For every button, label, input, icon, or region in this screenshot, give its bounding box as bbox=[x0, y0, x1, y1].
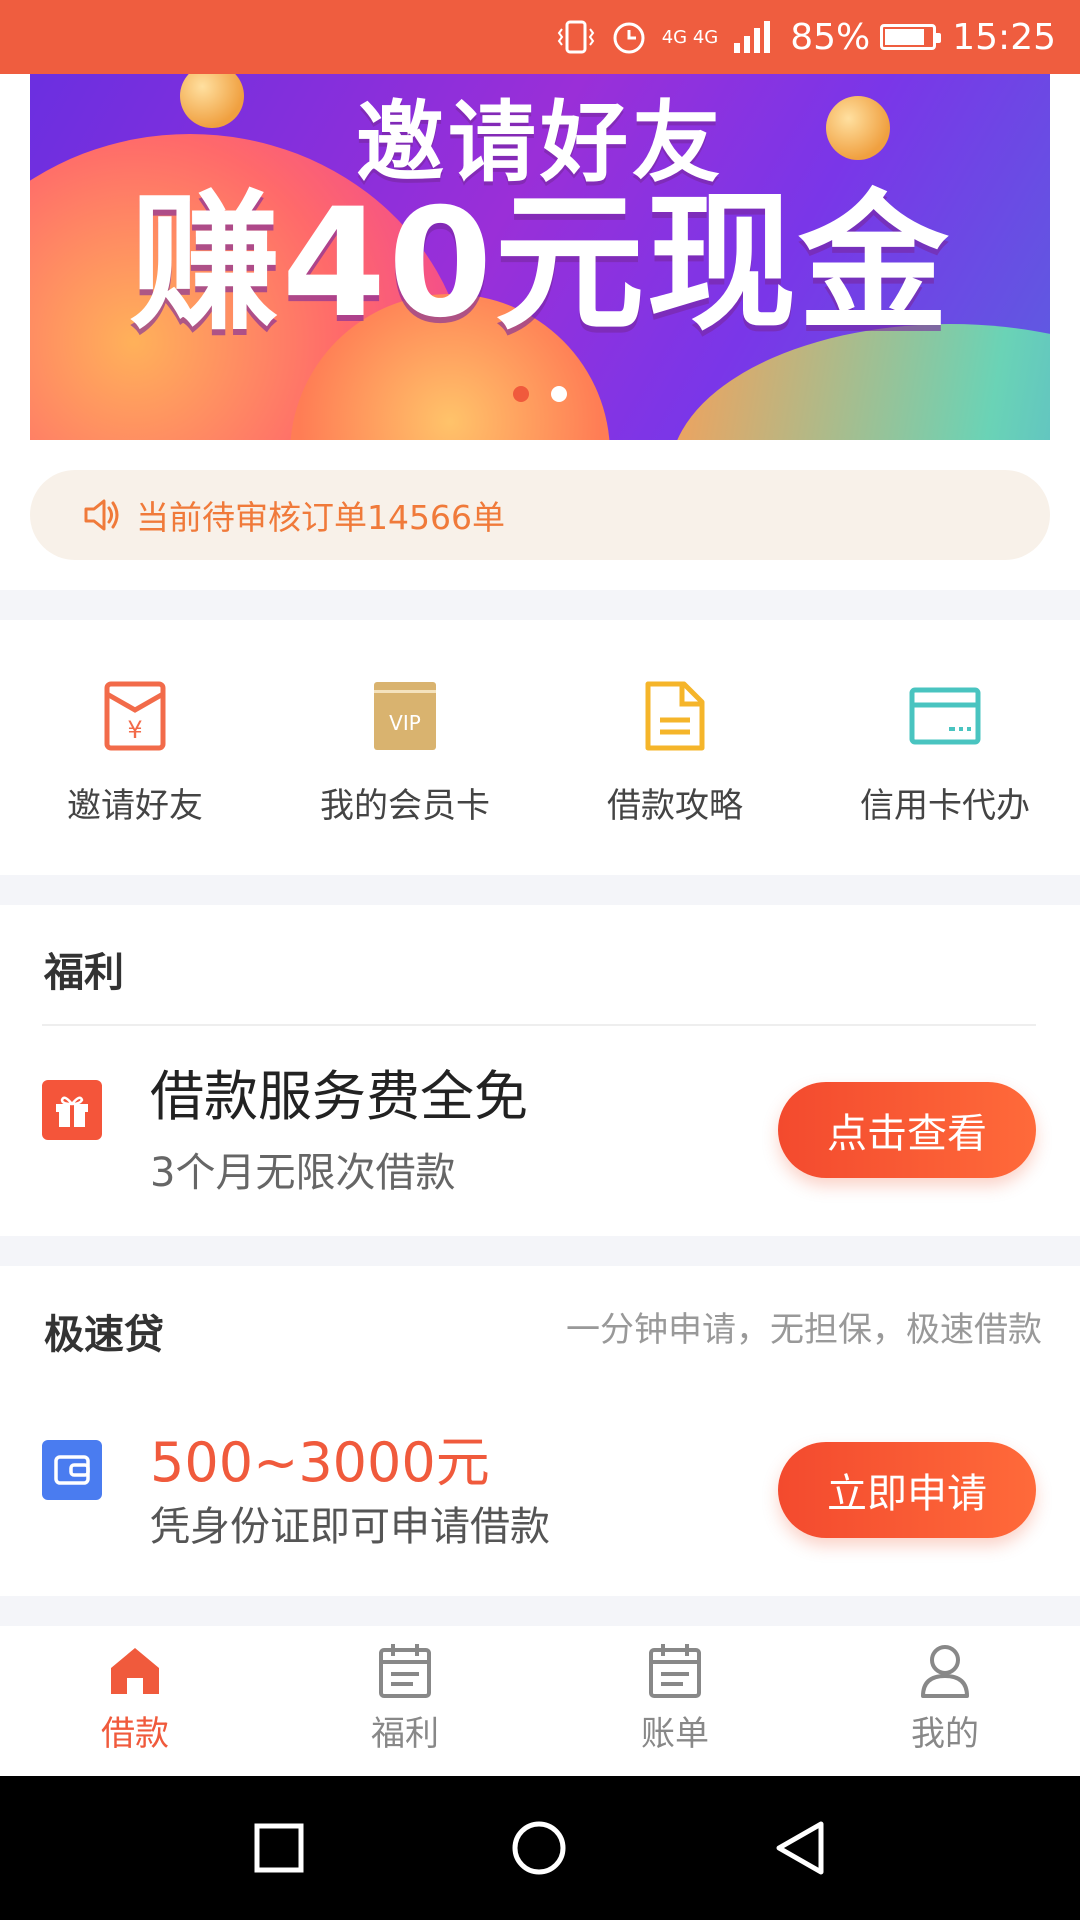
quick-item-label: 邀请好友 bbox=[67, 786, 203, 826]
view-welfare-button[interactable]: 点击查看 bbox=[778, 1082, 1036, 1178]
apply-now-button[interactable]: 立即申请 bbox=[778, 1442, 1036, 1538]
section-separator bbox=[0, 1596, 1080, 1626]
quick-item-invite[interactable]: ¥ 邀请好友 bbox=[0, 620, 270, 875]
quick-item-loan-guide[interactable]: 借款攻略 bbox=[540, 620, 810, 875]
welfare-subtitle: 3个月无限次借款 bbox=[150, 1150, 456, 1196]
recents-icon[interactable] bbox=[253, 1822, 305, 1874]
home-icon bbox=[111, 1648, 159, 1694]
quick-item-label: 信用卡代办 bbox=[860, 786, 1030, 826]
tab-welfare[interactable]: 福利 bbox=[270, 1626, 540, 1776]
promo-banner[interactable]: 邀请好友 赚40元现金 bbox=[30, 74, 1050, 440]
quick-menu: ¥ 邀请好友 VIP 我的会员卡 借款攻略 信用卡代办 bbox=[0, 620, 1080, 875]
vibrate-icon bbox=[557, 20, 594, 54]
tab-bills[interactable]: 账单 bbox=[540, 1626, 810, 1776]
vip-card-icon: VIP bbox=[367, 678, 443, 754]
gift-icon bbox=[42, 1080, 102, 1140]
tab-label: 福利 bbox=[371, 1714, 439, 1754]
notice-bar: 当前待审核订单14566单 bbox=[30, 470, 1050, 560]
quick-item-label: 我的会员卡 bbox=[320, 786, 490, 826]
battery-percent: 85% bbox=[790, 16, 871, 58]
clock: 15:25 bbox=[952, 16, 1056, 58]
carousel-dot[interactable] bbox=[551, 386, 567, 402]
divider bbox=[42, 1024, 1036, 1026]
signal-icon bbox=[734, 21, 771, 53]
calendar-icon bbox=[379, 1644, 431, 1698]
tab-label: 借款 bbox=[101, 1714, 169, 1754]
quick-item-vip-card[interactable]: VIP 我的会员卡 bbox=[270, 620, 540, 875]
tab-mine[interactable]: 我的 bbox=[810, 1626, 1080, 1776]
quick-item-credit-card[interactable]: 信用卡代办 bbox=[810, 620, 1080, 875]
express-loan-tagline: 一分钟申请，无担保，极速借款 bbox=[566, 1310, 1042, 1350]
back-icon[interactable] bbox=[773, 1820, 827, 1876]
battery-icon bbox=[880, 24, 942, 50]
express-loan-subtitle: 凭身份证即可申请借款 bbox=[150, 1504, 550, 1550]
home-circle-icon[interactable] bbox=[511, 1820, 567, 1876]
tab-label: 我的 bbox=[911, 1714, 979, 1754]
system-nav-bar bbox=[0, 1776, 1080, 1920]
section-separator bbox=[0, 590, 1080, 620]
svg-text:VIP: VIP bbox=[389, 711, 421, 735]
tab-loan[interactable]: 借款 bbox=[0, 1626, 270, 1776]
bill-icon bbox=[649, 1644, 701, 1698]
red-envelope-icon: ¥ bbox=[97, 678, 173, 754]
express-loan-title: 极速贷 bbox=[44, 1312, 164, 1358]
section-separator bbox=[0, 1236, 1080, 1266]
quick-item-label: 借款攻略 bbox=[607, 786, 743, 826]
svg-text:¥: ¥ bbox=[127, 716, 142, 744]
banner-subheadline: 赚40元现金 bbox=[129, 177, 951, 351]
carousel-indicator bbox=[30, 386, 1050, 402]
credit-card-icon bbox=[907, 678, 983, 754]
notice-text: 当前待审核订单14566单 bbox=[136, 498, 505, 537]
status-icons: 4G 4G bbox=[556, 18, 773, 56]
carousel-dot-active[interactable] bbox=[513, 386, 529, 402]
status-bar: 4G 4G 85% 15:25 bbox=[0, 0, 1080, 74]
loan-amount-range: 500~3000元 bbox=[150, 1431, 490, 1494]
welfare-title: 福利 bbox=[44, 950, 124, 996]
section-separator bbox=[0, 875, 1080, 905]
welfare-headline: 借款服务费全免 bbox=[150, 1065, 528, 1128]
alarm-icon bbox=[613, 22, 645, 54]
speaker-icon bbox=[82, 497, 122, 533]
bottom-nav: 借款 福利 账单 我的 bbox=[0, 1626, 1080, 1776]
wallet-icon bbox=[42, 1440, 102, 1500]
tab-label: 账单 bbox=[641, 1714, 709, 1754]
document-icon bbox=[637, 678, 713, 754]
user-icon bbox=[921, 1645, 969, 1698]
network-type: 4G 4G bbox=[661, 26, 719, 48]
